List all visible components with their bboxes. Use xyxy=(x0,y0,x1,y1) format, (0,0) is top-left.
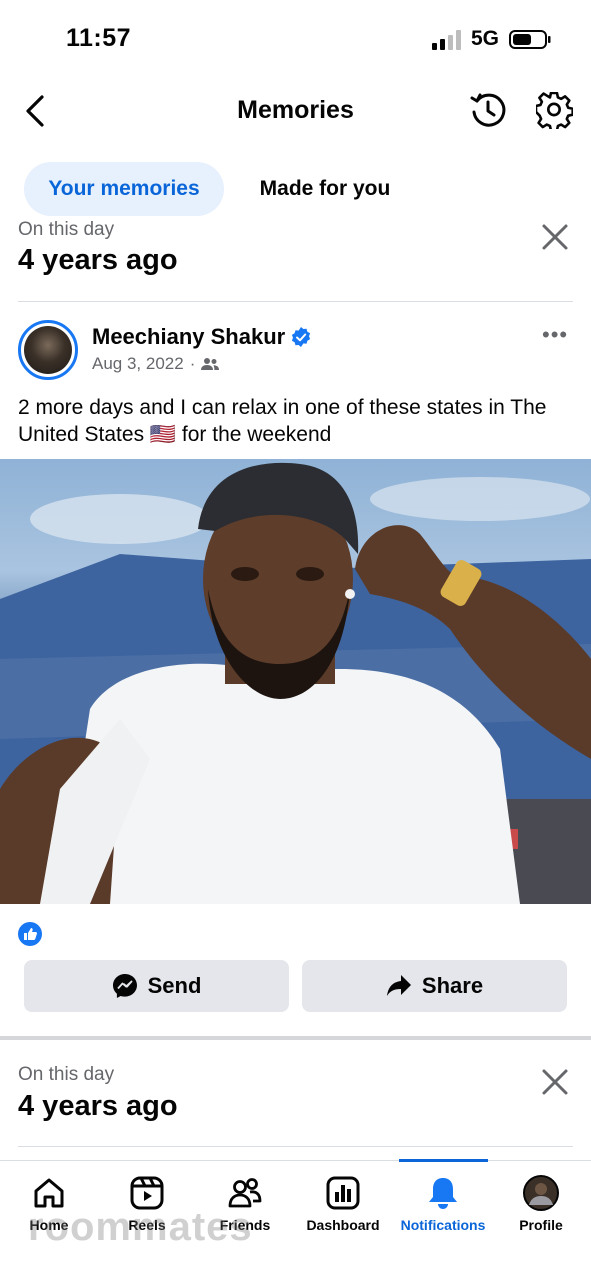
post-photo[interactable] xyxy=(0,459,591,904)
years-ago-heading: 4 years ago xyxy=(18,1090,178,1122)
post-text: 2 more days and I can relax in one of th… xyxy=(18,396,547,446)
bell-icon xyxy=(429,1178,457,1209)
nav-profile[interactable]: Profile xyxy=(492,1175,590,1233)
share-label: Share xyxy=(421,973,484,998)
tab-made-for-you[interactable]: Made for you xyxy=(240,162,410,216)
watermark: roommates xyxy=(28,1205,253,1249)
on-this-day-label: On this day xyxy=(18,219,115,240)
nav-dashboard-label: Dashboard xyxy=(306,1217,380,1233)
active-tab-indicator xyxy=(399,1159,488,1162)
photo-illustration xyxy=(0,462,591,904)
close-icon[interactable] xyxy=(540,222,570,252)
like-reaction-icon[interactable] xyxy=(18,922,42,946)
battery-icon xyxy=(509,30,551,49)
meta-separator: · xyxy=(189,354,196,373)
nav-notifications-label: Notifications xyxy=(400,1217,486,1233)
on-this-day-label: On this day xyxy=(18,1064,115,1085)
tab-your-memories[interactable]: Your memories xyxy=(24,162,224,216)
messenger-icon xyxy=(112,974,137,998)
signal-icon xyxy=(432,30,461,50)
network-label: 5G xyxy=(471,27,500,50)
post-date[interactable]: Aug 3, 2022 xyxy=(92,354,184,374)
section-separator xyxy=(0,1036,591,1040)
nav-dashboard[interactable]: Dashboard xyxy=(294,1175,392,1233)
post-author[interactable]: Meechiany Shakur xyxy=(92,324,311,350)
divider xyxy=(18,301,573,302)
nav-profile-label: Profile xyxy=(519,1217,563,1233)
post-meta: Aug 3, 2022 · xyxy=(92,354,220,374)
share-button[interactable]: Share xyxy=(302,960,567,1012)
profile-avatar xyxy=(523,1175,559,1211)
status-time: 11:57 xyxy=(66,24,132,52)
settings-gear-icon[interactable] xyxy=(536,92,573,129)
send-button[interactable]: Send xyxy=(24,960,289,1012)
nav-notifications[interactable]: Notifications xyxy=(394,1175,492,1233)
dashboard-icon xyxy=(326,1176,360,1210)
divider xyxy=(18,1146,573,1147)
author-name[interactable]: Meechiany Shakur xyxy=(92,324,285,350)
friends-icon xyxy=(201,358,220,370)
years-ago-heading: 4 years ago xyxy=(18,244,178,276)
author-avatar[interactable] xyxy=(18,320,78,380)
share-arrow-icon xyxy=(386,975,411,996)
more-options-icon[interactable]: ••• xyxy=(542,322,568,348)
history-icon[interactable] xyxy=(468,90,508,130)
close-icon[interactable] xyxy=(540,1067,570,1097)
send-label: Send xyxy=(147,973,202,998)
verified-badge-icon xyxy=(292,327,311,347)
